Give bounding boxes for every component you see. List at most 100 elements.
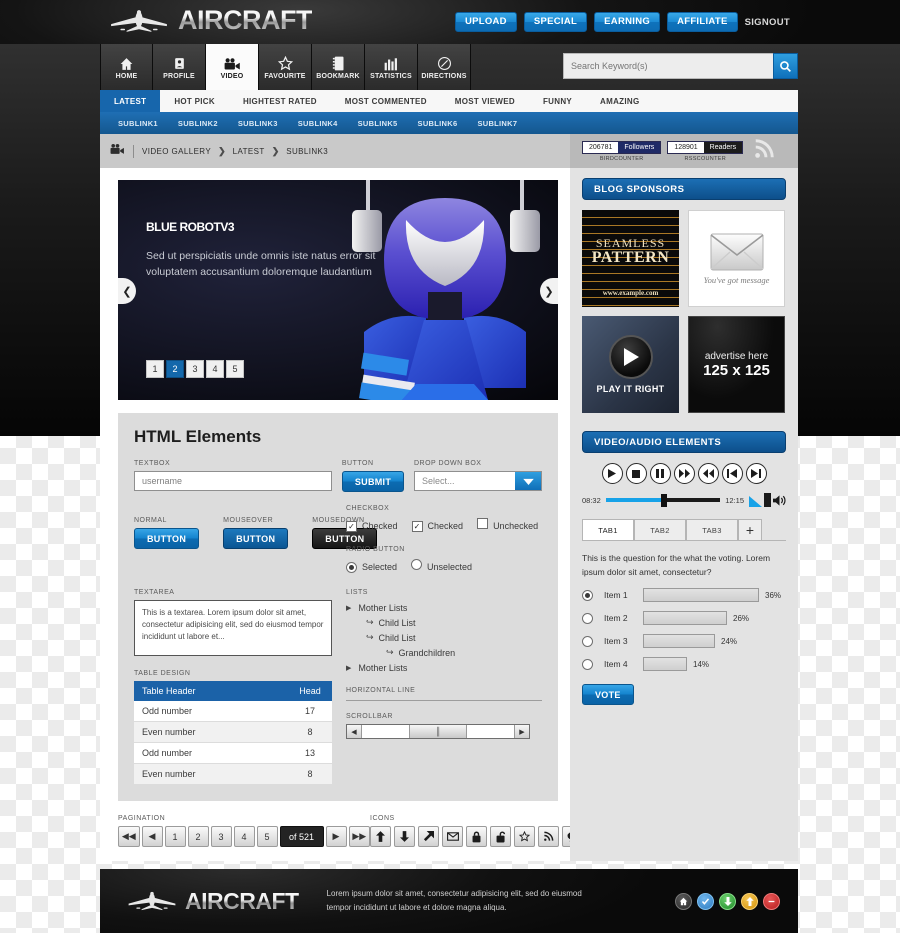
rss-button[interactable] (538, 826, 559, 847)
subnav-item-most-commented[interactable]: MOST COMMENTED (331, 90, 441, 112)
arrow-diagonal-button[interactable] (418, 826, 439, 847)
hero-prev-button[interactable]: ❮ (118, 278, 136, 304)
textarea-input[interactable]: This is a textarea. Lorem ipsum dolor si… (134, 600, 332, 656)
vote-button[interactable]: VOTE (582, 684, 634, 706)
rewind-button[interactable] (697, 463, 719, 484)
submit-button[interactable]: SUBMIT (341, 471, 405, 492)
hero-page-2[interactable]: 2 (166, 360, 184, 378)
bird-counter[interactable]: 206781 Followers BIRDCOUNTER (582, 140, 662, 162)
fast-forward-button[interactable] (673, 463, 695, 484)
seamless-pattern-ad[interactable]: SEAMLESS PATTERN www.example.com (582, 210, 679, 307)
page-next-button[interactable]: ▶ (325, 826, 347, 847)
envelope-button[interactable] (442, 826, 463, 847)
pause-button[interactable] (649, 463, 671, 484)
search-input[interactable] (563, 53, 773, 79)
sublink-2[interactable]: SUBLINK2 (168, 119, 228, 128)
site-logo[interactable]: AIRCRAFT (108, 5, 312, 36)
normal-button[interactable]: BUTTON (134, 528, 200, 549)
sublink-3[interactable]: SUBLINK3 (228, 119, 288, 128)
page-4-button[interactable]: 4 (233, 826, 255, 847)
envelope-ad[interactable]: You've got message (688, 210, 785, 307)
list-item[interactable]: ↪ Child List (346, 630, 542, 645)
sublink-6[interactable]: SUBLINK6 (408, 119, 468, 128)
signout-link[interactable]: SIGNOUT (745, 17, 790, 28)
radio-empty-icon[interactable] (582, 658, 593, 670)
arrow-down-button[interactable] (394, 826, 415, 847)
affiliate-button[interactable]: AFFILIATE (667, 12, 738, 32)
checkbox-option-3[interactable]: Unchecked (477, 516, 538, 534)
volume-control[interactable] (749, 493, 786, 507)
minus-social-icon[interactable] (763, 892, 780, 910)
scroll-right-button[interactable]: ▶ (514, 725, 529, 738)
page-1-button[interactable]: 1 (164, 826, 186, 847)
nav-item-home[interactable]: HOME (100, 44, 153, 90)
play-it-right-ad[interactable]: PLAY IT RIGHT (582, 316, 679, 413)
scroll-thumb[interactable]: ║ (409, 725, 467, 738)
check-social-icon[interactable] (697, 892, 714, 910)
radio-option-unselected[interactable]: Unselected (411, 557, 472, 575)
page-3-button[interactable]: 3 (210, 826, 232, 847)
sublink-1[interactable]: SUBLINK1 (108, 119, 168, 128)
tab-1[interactable]: TAB1 (582, 519, 634, 540)
earning-button[interactable]: EARNING (594, 12, 661, 32)
upload-social-icon[interactable] (741, 892, 758, 910)
subnav-item-most-viewed[interactable]: MOST VIEWED (441, 90, 529, 112)
nav-item-favourite[interactable]: FAVOURITE (259, 44, 312, 90)
stop-button[interactable] (625, 463, 647, 484)
footer-logo[interactable]: AIRCRAFT (126, 888, 299, 915)
nav-item-profile[interactable]: PROFILE (153, 44, 206, 90)
checkbox-option-2[interactable]: ✓ Checked (411, 516, 463, 534)
page-5-button[interactable]: 5 (256, 826, 278, 847)
subnav-item-latest[interactable]: LATEST (100, 90, 161, 112)
poll-option-2[interactable]: Item 2 26% (582, 611, 786, 626)
download-social-icon[interactable] (719, 892, 736, 910)
mouseover-button[interactable]: BUTTON (223, 528, 289, 549)
lock-open-button[interactable] (490, 826, 511, 847)
scroll-left-button[interactable]: ◀ (347, 725, 362, 738)
lock-closed-button[interactable] (466, 826, 487, 847)
list-item[interactable]: ↪ Grandchildren (346, 645, 542, 660)
sublink-5[interactable]: SUBLINK5 (348, 119, 408, 128)
arrow-up-button[interactable] (370, 826, 391, 847)
page-2-button[interactable]: 2 (187, 826, 209, 847)
breadcrumb-item-latest[interactable]: LATEST (233, 147, 265, 156)
home-social-icon[interactable] (675, 892, 692, 910)
hero-page-3[interactable]: 3 (186, 360, 204, 378)
sublink-4[interactable]: SUBLINK4 (288, 119, 348, 128)
hero-page-1[interactable]: 1 (146, 360, 164, 378)
special-button[interactable]: SPECIAL (523, 12, 588, 32)
upload-button[interactable]: UPLOAD (454, 12, 517, 32)
hero-page-4[interactable]: 4 (206, 360, 224, 378)
hero-page-5[interactable]: 5 (226, 360, 244, 378)
poll-option-3[interactable]: Item 3 24% (582, 634, 786, 649)
list-item[interactable]: ▶ Mother Lists (346, 660, 542, 675)
nav-item-directions[interactable]: DIRECTIONS (418, 44, 471, 90)
skip-back-button[interactable] (721, 463, 743, 484)
select-dropdown[interactable]: Select... (414, 471, 542, 491)
poll-option-1[interactable]: Item 1 36% (582, 588, 786, 603)
add-tab-button[interactable]: + (738, 519, 762, 540)
subnav-item-hot-pick[interactable]: HOT PICK (160, 90, 229, 112)
skip-forward-button[interactable] (745, 463, 767, 484)
subnav-item-funny[interactable]: FUNNY (529, 90, 586, 112)
nav-item-video[interactable]: VIDEO (206, 44, 259, 90)
tab-3[interactable]: TAB3 (686, 519, 738, 540)
nav-item-statistics[interactable]: STATISTICS (365, 44, 418, 90)
star-button[interactable] (514, 826, 535, 847)
advertise-here-ad[interactable]: advertise here 125 x 125 (688, 316, 785, 413)
subnav-item-hightest-rated[interactable]: HIGHTEST RATED (229, 90, 331, 112)
rss-icon[interactable] (753, 138, 775, 165)
rss-counter[interactable]: 128901 Readers RSSCOUNTER (667, 140, 744, 162)
radio-empty-icon[interactable] (582, 635, 593, 647)
username-input[interactable]: username (134, 471, 332, 491)
checkbox-option-1[interactable]: ✓ Checked (346, 516, 398, 534)
progress-knob[interactable] (660, 493, 667, 507)
horizontal-scrollbar[interactable]: ◀ ║ ▶ (346, 724, 530, 739)
radio-empty-icon[interactable] (582, 612, 593, 624)
list-item[interactable]: ▶ Mother Lists (346, 600, 542, 615)
subnav-item-amazing[interactable]: AMAZING (586, 90, 653, 112)
poll-option-4[interactable]: Item 4 14% (582, 657, 786, 672)
tab-2[interactable]: TAB2 (634, 519, 686, 540)
dropdown-toggle[interactable] (515, 472, 541, 490)
breadcrumb-item-gallery[interactable]: VIDEO GALLERY (142, 147, 211, 156)
